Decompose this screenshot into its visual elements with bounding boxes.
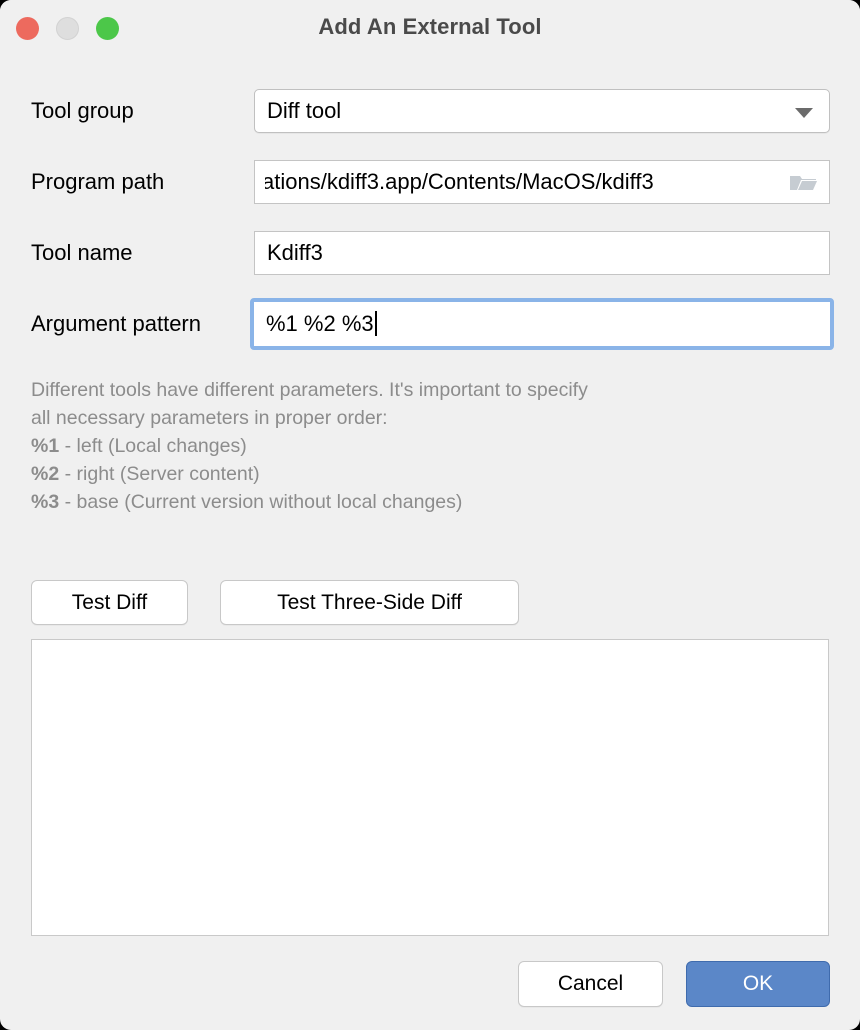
dialog-title: Add An External Tool <box>0 14 860 40</box>
tool-group-label: Tool group <box>31 89 134 133</box>
window-titlebar: Add An External Tool <box>0 0 860 57</box>
help-param-1: %1 - left (Local changes) <box>31 432 821 460</box>
test-diff-button[interactable]: Test Diff <box>31 580 188 625</box>
help-line-1: Different tools have different parameter… <box>31 376 821 404</box>
help-param-2: %2 - right (Server content) <box>31 460 821 488</box>
tool-name-label: Tool name <box>31 231 133 275</box>
cancel-button[interactable]: Cancel <box>518 961 663 1007</box>
argument-pattern-value: %1 %2 %3 <box>266 311 374 336</box>
help-param-3-description: - base (Current version without local ch… <box>65 491 463 513</box>
argument-pattern-input[interactable]: %1 %2 %3 <box>250 298 834 350</box>
help-param-3-token: %3 <box>31 491 59 513</box>
ok-button[interactable]: OK <box>686 961 830 1007</box>
help-param-3: %3 - base (Current version without local… <box>31 488 821 516</box>
program-path-input[interactable]: cations/kdiff3.app/Contents/MacOS/kdiff3 <box>254 160 830 204</box>
program-path-label: Program path <box>31 160 164 204</box>
argument-pattern-label: Argument pattern <box>31 302 201 346</box>
help-param-2-description: - right (Server content) <box>65 463 260 485</box>
help-param-1-token: %1 <box>31 435 59 457</box>
program-path-value-wrapper: cations/kdiff3.app/Contents/MacOS/kdiff3 <box>265 161 770 203</box>
tool-name-input[interactable]: Kdiff3 <box>254 231 830 275</box>
argument-pattern-row: Argument pattern %1 %2 %3 <box>0 302 860 346</box>
add-external-tool-dialog: Add An External Tool Tool group Diff too… <box>0 0 860 1030</box>
help-line-2: all necessary parameters in proper order… <box>31 404 821 432</box>
folder-icon[interactable] <box>789 173 817 193</box>
help-param-1-description: - left (Local changes) <box>65 435 247 457</box>
text-caret <box>375 311 377 336</box>
test-three-side-diff-button[interactable]: Test Three-Side Diff <box>220 580 519 625</box>
tool-name-value: Kdiff3 <box>267 232 323 274</box>
argument-pattern-value-wrapper: %1 %2 %3 <box>266 302 377 346</box>
output-area[interactable] <box>31 639 829 936</box>
tool-group-row: Tool group Diff tool <box>0 89 860 133</box>
tool-name-row: Tool name Kdiff3 <box>0 231 860 275</box>
help-text: Different tools have different parameter… <box>31 376 821 516</box>
program-path-value: cations/kdiff3.app/Contents/MacOS/kdiff3 <box>265 169 654 194</box>
program-path-row: Program path cations/kdiff3.app/Contents… <box>0 160 860 204</box>
tool-group-value: Diff tool <box>267 90 341 132</box>
chevron-down-icon <box>795 108 813 118</box>
tool-group-select[interactable]: Diff tool <box>254 89 830 133</box>
help-param-2-token: %2 <box>31 463 59 485</box>
